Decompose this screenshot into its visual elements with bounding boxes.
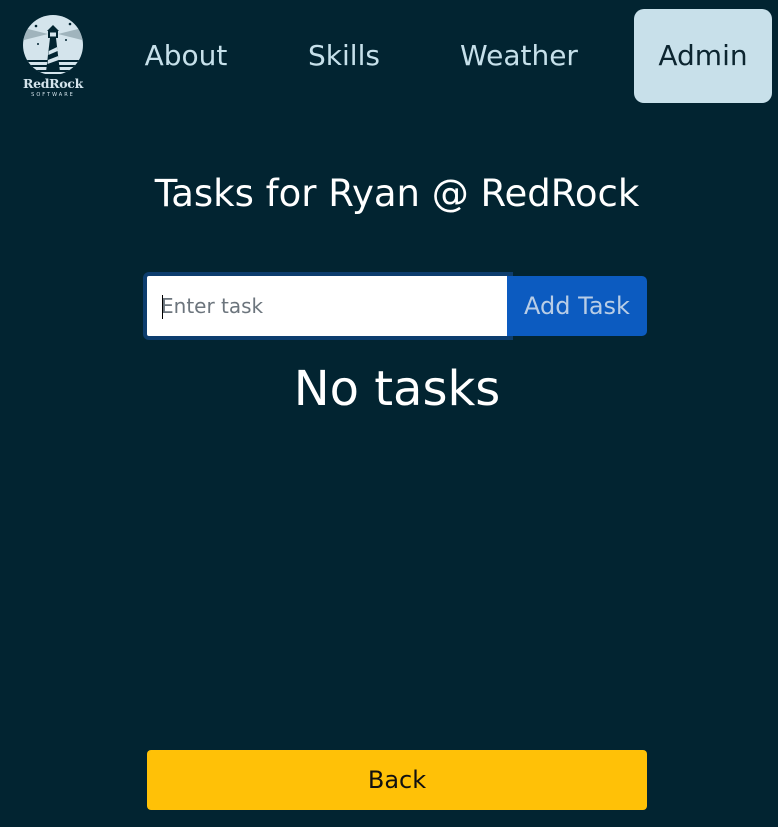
logo-name: RedRock (23, 76, 83, 91)
page-title: Tasks for Ryan @ RedRock (154, 172, 640, 215)
nav-item-admin[interactable]: Admin (634, 9, 772, 103)
task-input[interactable] (143, 272, 513, 340)
task-form: Add Task (143, 272, 648, 340)
lighthouse-logo-icon (23, 15, 83, 74)
nav-item-weather[interactable]: Weather (452, 9, 586, 103)
empty-tasks-message: No tasks (293, 361, 501, 417)
nav-item-about[interactable]: About (132, 9, 240, 103)
add-task-button[interactable]: Add Task (507, 276, 647, 336)
text-cursor (162, 295, 163, 319)
nav-item-skills[interactable]: Skills (296, 9, 392, 103)
logo-subtitle: SOFTWARE (31, 92, 75, 98)
top-nav: RedRock SOFTWARE About Skills Weather Ad… (0, 0, 778, 112)
redrock-logo[interactable]: RedRock SOFTWARE (20, 12, 86, 100)
back-button[interactable]: Back (147, 750, 647, 810)
